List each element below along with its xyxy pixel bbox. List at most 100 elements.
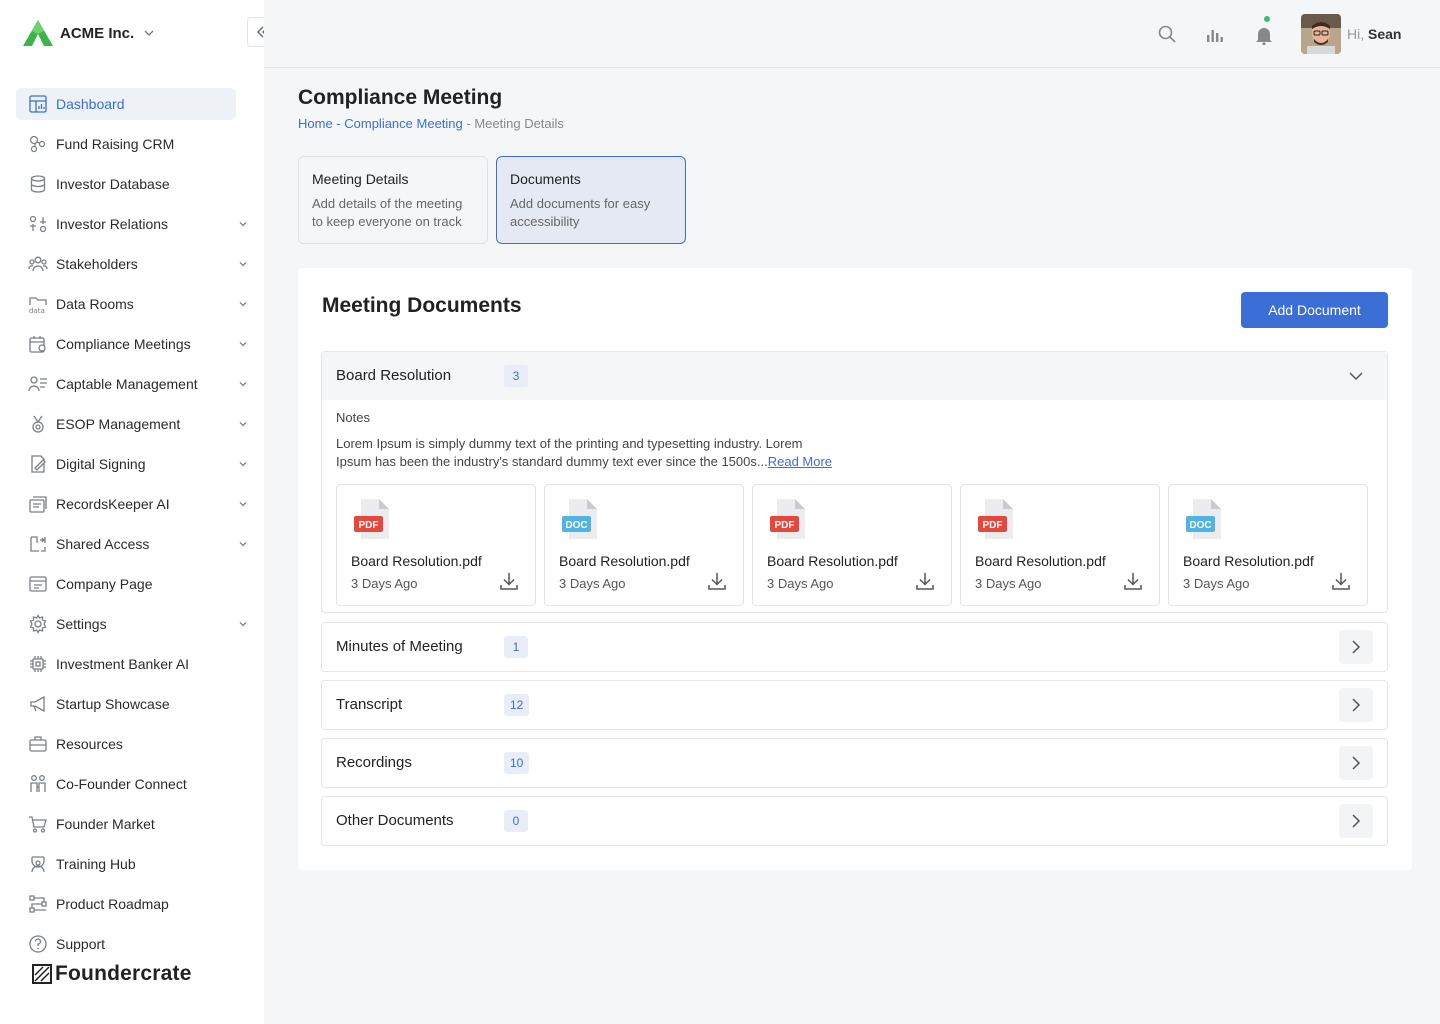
sidebar-item-resources[interactable]: Resources <box>16 728 256 760</box>
section-header[interactable]: Other Documents 0 <box>322 797 1387 845</box>
svg-text:DOC: DOC <box>1189 520 1211 531</box>
bell-icon[interactable] <box>1254 25 1274 45</box>
file-date: 3 Days Ago <box>767 576 834 591</box>
cart-icon <box>28 814 48 834</box>
sidebar-item-fund-raising-crm[interactable]: Fund Raising CRM <box>16 128 256 160</box>
section-minutes-of-meeting[interactable]: Minutes of Meeting 1 <box>321 622 1388 672</box>
sidebar-item-training-hub[interactable]: Training Hub <box>16 848 256 880</box>
sidebar-item-startup-showcase[interactable]: Startup Showcase <box>16 688 256 720</box>
section-recordings[interactable]: Recordings 10 <box>321 738 1388 788</box>
user-greeting[interactable]: Hi, Sean <box>1347 26 1401 42</box>
file-name: Board Resolution.pdf <box>559 553 690 569</box>
sidebar-item-label: Product Roadmap <box>56 896 169 912</box>
section-header[interactable]: Board Resolution 3 <box>322 352 1387 400</box>
pdf-file-icon: PDF <box>770 499 805 539</box>
sidebar-item-investor-database[interactable]: Investor Database <box>16 168 256 200</box>
sidebar-item-label: Investment Banker AI <box>56 656 190 672</box>
svg-text:PDF: PDF <box>359 520 379 531</box>
section-count-badge: 10 <box>504 752 530 774</box>
sidebar-item-label: ESOP Management <box>56 416 181 432</box>
download-icon[interactable] <box>707 571 727 591</box>
avatar[interactable] <box>1301 14 1341 54</box>
chevron-down-icon[interactable] <box>238 539 248 549</box>
sidebar-item-data-rooms[interactable]: data Data Rooms <box>16 288 256 320</box>
breadcrumb-home[interactable]: Home <box>298 116 333 131</box>
org-name: ACME Inc. <box>60 24 135 42</box>
chevron-down-icon[interactable] <box>238 259 248 269</box>
sidebar-item-captable-management[interactable]: Captable Management <box>16 368 256 400</box>
expand-section-button[interactable] <box>1339 688 1373 722</box>
sidebar-item-shared-access[interactable]: Shared Access <box>16 528 256 560</box>
sidebar-item-label: Dashboard <box>56 96 125 112</box>
org-switcher[interactable]: ACME Inc. <box>22 18 154 48</box>
chevron-down-icon[interactable] <box>238 339 248 349</box>
sidebar-item-dashboard[interactable]: Dashboard <box>16 88 236 120</box>
sidebar-item-stakeholders[interactable]: Stakeholders <box>16 248 256 280</box>
section-header[interactable]: Transcript 12 <box>322 681 1387 729</box>
chevron-down-icon[interactable] <box>238 619 248 629</box>
breadcrumb-separator: - <box>332 116 345 131</box>
add-document-button[interactable]: Add Document <box>1241 292 1388 328</box>
chevron-down-icon[interactable] <box>238 459 248 469</box>
sidebar-item-compliance-meetings[interactable]: Compliance Meetings <box>16 328 256 360</box>
expand-section-button[interactable] <box>1339 804 1373 838</box>
chevron-down-icon[interactable] <box>238 379 248 389</box>
download-icon[interactable] <box>1123 571 1143 591</box>
step-documents[interactable]: Documents Add documents for easy accessi… <box>496 156 686 244</box>
chevron-right-icon <box>1352 756 1361 770</box>
step-title: Meeting Details <box>312 171 409 187</box>
download-icon[interactable] <box>499 571 519 591</box>
file-card[interactable]: PDF Board Resolution.pdf 3 Days Ago <box>752 484 952 606</box>
file-date: 3 Days Ago <box>351 576 418 591</box>
sidebar-item-investor-relations[interactable]: Investor Relations <box>16 208 256 240</box>
pdf-file-icon: PDF <box>354 499 389 539</box>
expand-section-button[interactable] <box>1339 630 1373 664</box>
chevron-down-icon[interactable] <box>238 499 248 509</box>
file-card[interactable]: PDF Board Resolution.pdf 3 Days Ago <box>960 484 1160 606</box>
step-description: Add details of the meeting to keep every… <box>312 196 463 229</box>
panel-title: Meeting Documents <box>322 294 522 317</box>
sidebar-item-recordskeeper-ai[interactable]: RecordsKeeper AI <box>16 488 256 520</box>
section-other-documents[interactable]: Other Documents 0 <box>321 796 1388 846</box>
notes-body: Lorem Ipsum is simply dummy text of the … <box>336 436 803 469</box>
sidebar-item-investment-banker-ai[interactable]: Investment Banker AI <box>16 648 256 680</box>
sidebar-item-company-page[interactable]: Company Page <box>16 568 256 600</box>
section-transcript[interactable]: Transcript 12 <box>321 680 1388 730</box>
chevron-down-icon[interactable] <box>238 419 248 429</box>
user-name: Sean <box>1368 26 1402 42</box>
sidebar-item-support[interactable]: Support <box>16 928 256 960</box>
file-name: Board Resolution.pdf <box>975 553 1106 569</box>
file-date: 3 Days Ago <box>1183 576 1250 591</box>
sidebar-item-esop-management[interactable]: ESOP Management <box>16 408 256 440</box>
download-icon[interactable] <box>1331 571 1351 591</box>
section-header[interactable]: Recordings 10 <box>322 739 1387 787</box>
file-card[interactable]: PDF Board Resolution.pdf 3 Days Ago <box>336 484 536 606</box>
chevron-down-icon[interactable] <box>238 219 248 229</box>
section-title: Recordings <box>336 754 412 771</box>
sidebar-item-product-roadmap[interactable]: Product Roadmap <box>16 888 256 920</box>
calendar-gear-icon <box>28 334 48 354</box>
search-icon[interactable] <box>1157 24 1177 44</box>
analytics-icon[interactable] <box>1205 24 1225 44</box>
expand-section-button[interactable] <box>1339 746 1373 780</box>
file-card[interactable]: DOC Board Resolution.pdf 3 Days Ago <box>544 484 744 606</box>
step-meeting-details[interactable]: Meeting Details Add details of the meeti… <box>298 156 488 244</box>
sidebar-item-digital-signing[interactable]: Digital Signing <box>16 448 256 480</box>
sidebar-item-label: Captable Management <box>56 376 198 392</box>
sidebar-item-label: Training Hub <box>56 856 136 872</box>
sidebar-item-co-founder-connect[interactable]: Co-Founder Connect <box>16 768 256 800</box>
download-icon[interactable] <box>915 571 935 591</box>
pdf-file-icon: PDF <box>978 499 1013 539</box>
sidebar-item-label: Company Page <box>56 576 153 592</box>
collapse-section-button[interactable] <box>1339 359 1373 393</box>
section-header[interactable]: Minutes of Meeting 1 <box>322 623 1387 671</box>
file-card[interactable]: DOC Board Resolution.pdf 3 Days Ago <box>1168 484 1368 606</box>
greeting-text: Hi, <box>1347 26 1365 42</box>
read-more-link[interactable]: Read More <box>768 454 832 469</box>
chevron-down-icon[interactable] <box>238 299 248 309</box>
breadcrumb: Home - Compliance Meeting - Meeting Deta… <box>298 116 564 131</box>
sidebar-item-founder-market[interactable]: Founder Market <box>16 808 256 840</box>
section-count-badge: 0 <box>504 810 528 832</box>
sidebar-item-settings[interactable]: Settings <box>16 608 256 640</box>
breadcrumb-section[interactable]: Compliance Meeting <box>344 116 463 131</box>
